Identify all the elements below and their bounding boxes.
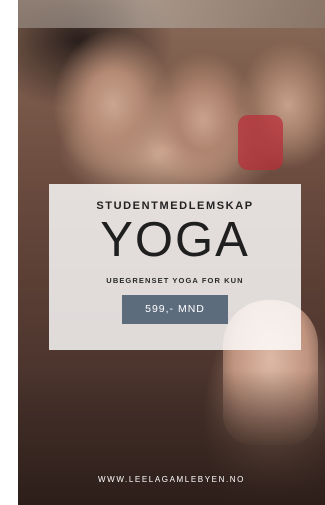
background-wall — [18, 0, 325, 28]
subheading: UBEGRENSET YOGA FOR KUN — [106, 276, 244, 285]
background-floor — [18, 370, 325, 505]
price-button[interactable]: 599,- MND — [122, 295, 228, 324]
background-red-top — [238, 115, 283, 170]
promo-card: STUDENTMEDLEMSKAP YOGA UBEGRENSET YOGA F… — [49, 184, 301, 350]
headline-yoga: YOGA — [100, 213, 250, 267]
website-link[interactable]: WWW.LEELAGAMLEBYEN.NO — [18, 475, 325, 484]
poster-frame: STUDENTMEDLEMSKAP YOGA UBEGRENSET YOGA F… — [0, 0, 325, 505]
membership-eyebrow: STUDENTMEDLEMSKAP — [96, 200, 254, 212]
